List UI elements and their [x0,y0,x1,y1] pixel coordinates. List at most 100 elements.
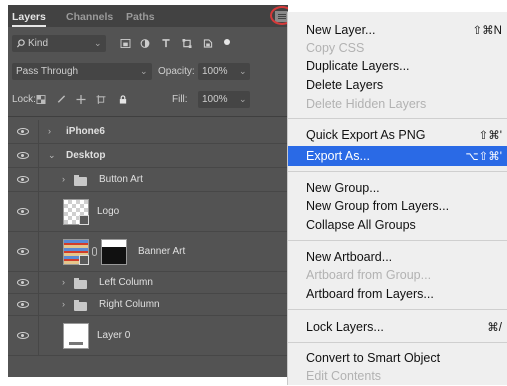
layer-name: iPhone6 [66,126,105,137]
visibility-eye-icon[interactable] [17,176,29,183]
opacity-label: Opacity: [158,66,195,77]
menu-item-label: Collapse All Groups [306,218,416,232]
layer-row[interactable]: Banner Art [8,232,288,272]
menu-item-shortcut: ⌥⇧⌘' [465,151,502,163]
lock-row: Lock: Fill: 100% ⌄ [12,91,252,108]
menu-separator [288,118,507,119]
menu-item-artboard-from-group: Artboard from Group... [288,265,507,285]
menu-item-label: Artboard from Group... [306,268,432,282]
layer-row[interactable]: Logo [8,192,288,232]
menu-separator [288,171,507,172]
tab-layers[interactable]: Layers [12,11,46,23]
layer-row[interactable]: › Button Art [8,168,288,192]
layer-name: Desktop [66,150,106,161]
layer-row[interactable]: › Right Column [8,294,288,316]
menu-item-new-group-from-layers[interactable]: New Group from Layers... [288,196,507,216]
fill-value: 100% [202,94,228,105]
pixel-filter-icon[interactable] [120,39,131,48]
menu-item-label: Export As... [306,149,370,163]
type-filter-icon[interactable] [161,39,171,48]
layers-panel: Layers Channels Paths Kind ⌄ Pass Throug… [8,5,288,377]
menu-item-label: New Artboard... [306,250,393,264]
menu-item-shortcut: ⇧⌘N [472,25,502,37]
visibility-eye-icon[interactable] [17,279,29,286]
menu-item-artboard-from-layers[interactable]: Artboard from Layers... [288,284,507,304]
smart-object-filter-icon[interactable] [203,39,213,48]
visibility-eye-icon[interactable] [17,332,29,339]
layer-thumbnail [63,199,89,225]
menu-item-new-layer[interactable]: New Layer... ⇧⌘N [288,20,507,40]
visibility-eye-icon[interactable] [17,208,29,215]
smart-object-icon [79,215,89,225]
filter-kind-label: Kind [28,38,49,49]
opacity-value: 100% [202,66,228,77]
filter-kind-select[interactable]: Kind ⌄ [12,35,106,52]
fill-field[interactable]: 100% ⌄ [198,91,250,108]
layer-row[interactable]: Layer 0 [8,316,288,356]
layer-mask-thumbnail[interactable] [101,239,127,265]
lock-transparent-icon[interactable] [36,95,46,104]
layer-name: Logo [97,206,120,217]
filter-row: Kind ⌄ [12,35,252,52]
chevron-right-icon[interactable]: › [62,299,65,309]
layer-row[interactable]: ⌄ Desktop [8,144,288,168]
chevron-down-icon: ⌄ [140,66,148,76]
chevron-down-icon[interactable]: ⌄ [48,150,56,161]
lock-all-icon[interactable] [118,95,128,104]
chevron-right-icon[interactable]: › [48,126,51,136]
menu-separator [288,240,507,241]
menu-item-collapse-all-groups[interactable]: Collapse All Groups [288,215,507,235]
layer-name: Banner Art [138,246,186,257]
visibility-eye-icon[interactable] [17,152,29,159]
menu-item-label: Lock Layers... [306,320,384,334]
active-tab-indicator [12,25,46,27]
menu-item-shortcut: ⌘/ [487,322,502,334]
menu-item-quick-export-png[interactable]: Quick Export As PNG ⇧⌘' [288,125,507,145]
opacity-field[interactable]: 100% ⌄ [198,63,250,80]
menu-item-edit-contents: Edit Contents [288,366,507,386]
menu-item-label: Edit Contents [306,369,382,383]
chevron-right-icon[interactable]: › [62,174,65,184]
annotation-circle [270,6,288,25]
menu-item-label: Duplicate Layers... [306,59,410,73]
visibility-eye-icon[interactable] [17,301,29,308]
layer-row[interactable]: › Left Column [8,272,288,294]
menu-item-new-artboard[interactable]: New Artboard... [288,247,507,267]
mask-link-icon[interactable] [92,247,97,256]
layer-row[interactable]: › iPhone6 [8,120,288,144]
lock-brush-icon[interactable] [56,95,66,104]
menu-item-label: Copy CSS [306,41,365,55]
layer-thumbnail [63,323,89,349]
menu-item-copy-css: Copy CSS [288,38,507,58]
menu-item-label: Delete Layers [306,78,384,92]
menu-item-shortcut: ⇧⌘' [478,130,502,142]
menu-item-label: Delete Hidden Layers [306,97,427,111]
menu-item-lock-layers[interactable]: Lock Layers... ⌘/ [288,317,507,337]
adjustment-filter-icon[interactable] [140,39,150,48]
visibility-eye-icon[interactable] [17,128,29,135]
fill-label: Fill: [172,94,188,105]
menu-item-duplicate-layers[interactable]: Duplicate Layers... [288,56,507,76]
blend-mode-select[interactable]: Pass Through ⌄ [12,63,152,80]
tab-channels[interactable]: Channels [66,11,113,23]
menu-item-delete-hidden-layers: Delete Hidden Layers [288,94,507,114]
menu-item-label: New Layer... [306,23,376,37]
folder-icon [74,278,87,289]
chevron-right-icon[interactable]: › [62,277,65,287]
lock-artboard-icon[interactable] [96,95,106,104]
tab-paths[interactable]: Paths [126,11,155,23]
layer-name: Left Column [99,277,153,288]
chevron-down-icon: ⌄ [239,66,247,76]
visibility-eye-icon[interactable] [17,248,29,255]
menu-item-delete-layers[interactable]: Delete Layers [288,75,507,95]
layer-thumbnail [63,239,89,265]
lock-position-icon[interactable] [76,95,86,104]
folder-icon [74,175,87,186]
menu-item-export-as[interactable]: Export As... ⌥⇧⌘' [288,146,507,166]
shape-filter-icon[interactable] [182,39,192,48]
menu-item-new-group[interactable]: New Group... [288,178,507,198]
menu-item-convert-to-smart-object[interactable]: Convert to Smart Object [288,348,507,368]
search-icon [16,39,25,48]
panel-flyout-menu: New Layer... ⇧⌘N Copy CSS Duplicate Layer… [287,12,507,385]
filter-toggle-icon[interactable] [224,39,230,45]
